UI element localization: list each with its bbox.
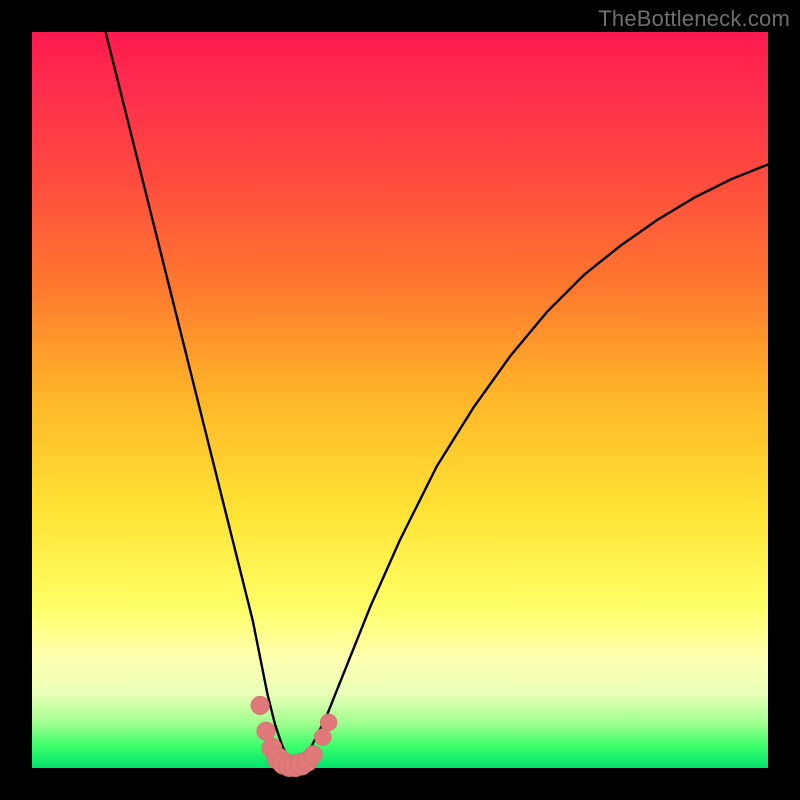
highlight-marker	[314, 729, 331, 746]
chart-frame: TheBottleneck.com	[0, 0, 800, 800]
highlight-marker	[251, 696, 270, 715]
highlight-markers	[251, 696, 337, 777]
highlight-marker	[257, 722, 276, 741]
highlight-marker	[320, 714, 337, 731]
curve-layer	[32, 32, 768, 768]
highlight-marker	[304, 745, 323, 764]
bottleneck-curve	[106, 32, 768, 766]
watermark-text: TheBottleneck.com	[598, 6, 790, 32]
